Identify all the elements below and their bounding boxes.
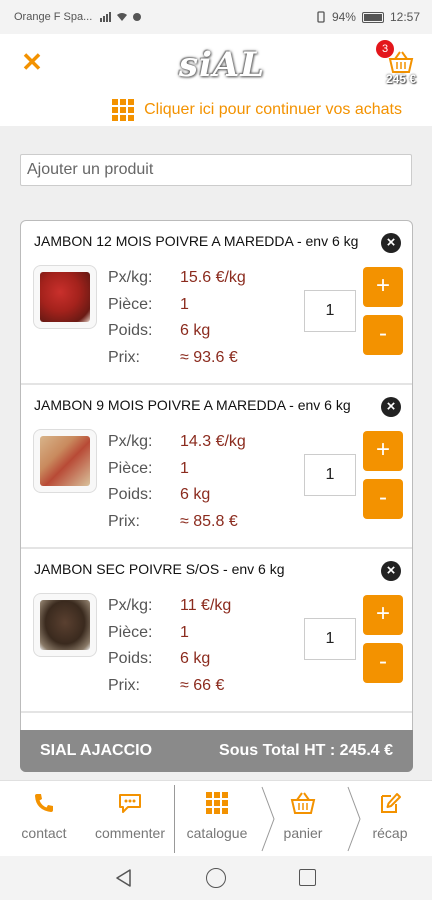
item-details: Px/kg: 14.3 €/kg Pièce: 1 Poids: 6 kg Prix:… (108, 429, 308, 535)
price-kg-value: 11 €/kg (180, 597, 232, 615)
home-icon[interactable] (206, 868, 226, 888)
piece-value: 1 (180, 459, 189, 477)
piece-label: Pièce: (108, 459, 153, 477)
product-image (33, 265, 97, 329)
price-value: ≈ 85.8 € (180, 512, 238, 530)
grid-icon (112, 99, 135, 121)
nav-summary[interactable]: récap (352, 781, 428, 857)
nav-comment[interactable]: commenter (86, 781, 174, 857)
cart-content: JAMBON 12 MOIS POIVRE A MAREDDA - env 6 … (0, 126, 432, 780)
nav-contact[interactable]: contact (4, 781, 84, 857)
continue-shopping-label: Cliquer ici pour continuer vos achats (144, 101, 402, 118)
bottom-navigation: contact commenter catalogue panier récap (0, 780, 432, 856)
item-name: JAMBON 12 MOIS POIVRE A MAREDDA - env 6 … (34, 233, 359, 249)
product-image (33, 429, 97, 493)
nav-cart[interactable]: panier (264, 781, 342, 857)
nav-label: commenter (94, 825, 166, 841)
piece-value: 1 (180, 623, 189, 641)
phone-icon (35, 794, 53, 812)
remove-item-button[interactable]: × (381, 397, 401, 417)
product-image (33, 593, 97, 657)
increment-button[interactable]: + (363, 267, 403, 307)
price-value: ≈ 66 € (180, 676, 225, 694)
basket-icon (290, 792, 316, 814)
battery-icon (361, 11, 384, 23)
sial-logo: siAL (178, 45, 266, 85)
subtotal-bar: SIAL AJACCIO Sous Total HT : 245.4 € (20, 730, 413, 772)
price-kg-label: Px/kg: (108, 433, 153, 451)
item-details: Px/kg: 15.6 €/kg Pièce: 1 Poids: 6 kg Prix:… (108, 265, 308, 371)
quantity-field[interactable]: 1 (304, 290, 356, 332)
weight-label: Poids: (108, 322, 153, 340)
piece-value: 1 (180, 295, 189, 313)
nav-catalogue[interactable]: catalogue (176, 781, 258, 857)
item-details: Px/kg: 11 €/kg Pièce: 1 Poids: 6 kg Prix: ≈ … (108, 593, 308, 699)
price-value: ≈ 93.6 € (180, 348, 238, 366)
close-icon[interactable]: ✕ (20, 49, 44, 75)
vibrate-icon (317, 11, 325, 23)
weight-label: Poids: (108, 650, 153, 668)
notification-icon (133, 13, 142, 21)
decrement-button[interactable]: - (363, 315, 403, 355)
item-name: JAMBON SEC POIVRE S/OS - env 6 kg (34, 561, 285, 577)
weight-value: 6 kg (180, 486, 211, 504)
quantity-field[interactable]: 1 (304, 618, 356, 660)
edit-icon (381, 793, 401, 813)
price-label: Prix: (108, 512, 140, 530)
cart-item: JAMBON 9 MOIS POIVRE A MAREDDA - env 6 k… (21, 385, 412, 549)
nav-label: récap (372, 825, 408, 841)
piece-label: Pièce: (108, 295, 153, 313)
subtotal-amount: Sous Total HT : 245.4 € (219, 742, 393, 759)
piece-label: Pièce: (108, 623, 153, 641)
price-label: Prix: (108, 676, 140, 694)
cart-items-panel: JAMBON 12 MOIS POIVRE A MAREDDA - env 6 … (20, 220, 413, 772)
price-label: Prix: (108, 348, 140, 366)
clock: 12:57 (389, 10, 420, 24)
nav-label: contact (21, 825, 67, 841)
system-navigation (0, 856, 432, 900)
nav-label: panier (283, 825, 323, 841)
carrier-name: Orange F Spa... (14, 11, 93, 23)
price-kg-value: 15.6 €/kg (180, 269, 246, 287)
price-kg-label: Px/kg: (108, 269, 153, 287)
remove-item-button[interactable]: × (381, 561, 401, 581)
price-kg-value: 14.3 €/kg (180, 433, 246, 451)
cart-total: 245 € (385, 72, 416, 86)
decrement-button[interactable]: - (363, 643, 403, 683)
cart-item: JAMBON SEC POIVRE S/OS - env 6 kg × Px/k… (21, 549, 412, 713)
quantity-field[interactable]: 1 (304, 454, 356, 496)
cart-count-badge: 3 (376, 40, 394, 58)
store-name: SIAL AJACCIO (40, 742, 153, 759)
grid-icon (206, 792, 228, 814)
signal-icon (100, 12, 112, 22)
cart-button[interactable]: 3 245 € (368, 40, 418, 90)
item-name: JAMBON 9 MOIS POIVRE A MAREDDA - env 6 k… (34, 397, 351, 413)
wifi-icon (117, 13, 128, 21)
price-kg-label: Px/kg: (108, 597, 153, 615)
chat-icon (119, 794, 141, 813)
app-header: ✕ siAL 3 245 € (0, 34, 432, 94)
weight-value: 6 kg (180, 650, 211, 668)
weight-label: Poids: (108, 486, 153, 504)
recent-apps-icon[interactable] (299, 869, 316, 886)
nav-label: catalogue (186, 825, 248, 841)
decrement-button[interactable]: - (363, 479, 403, 519)
remove-item-button[interactable]: × (381, 233, 401, 253)
increment-button[interactable]: + (363, 595, 403, 635)
weight-value: 6 kg (180, 322, 211, 340)
nav-divider (174, 785, 175, 853)
add-product-input[interactable] (20, 154, 412, 186)
battery-percent: 94% (331, 10, 356, 24)
continue-shopping-link[interactable]: Cliquer ici pour continuer vos achats (0, 94, 432, 126)
status-bar: Orange F Spa... 94% 12:57 (0, 0, 432, 34)
back-icon[interactable] (114, 868, 132, 888)
increment-button[interactable]: + (363, 431, 403, 471)
cart-item: JAMBON 12 MOIS POIVRE A MAREDDA - env 6 … (21, 221, 412, 385)
status-icons (100, 12, 142, 22)
